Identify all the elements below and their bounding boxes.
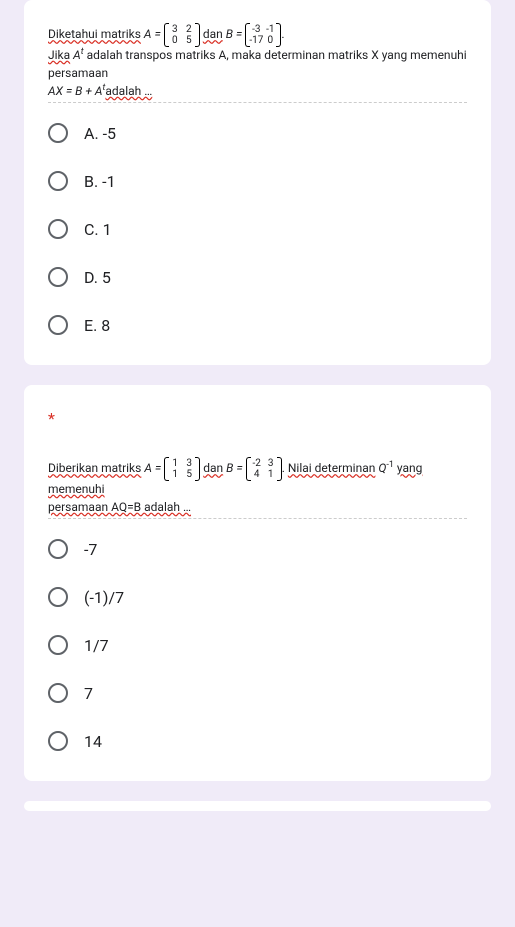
radio-icon xyxy=(48,123,68,143)
q1-option-d[interactable]: D. 5 xyxy=(48,267,467,287)
q2-B-label: B = xyxy=(226,461,243,475)
q1-line2a: Jika xyxy=(48,48,70,62)
question-card-1: Diketahui matriks A = 32 05 dan B = -3-1… xyxy=(24,0,491,365)
q2-option-e-label: 14 xyxy=(84,732,102,751)
q2-options: -7 (-1)/7 1/7 7 14 xyxy=(48,539,467,751)
radio-icon xyxy=(48,683,68,703)
q2-matrix-A: 13 15 xyxy=(164,458,200,480)
q2-option-c-label: 1/7 xyxy=(84,636,109,655)
q1-B-label: B = xyxy=(226,27,243,41)
q1-line3: AX = B + A xyxy=(48,84,103,98)
radio-icon xyxy=(48,171,68,191)
q2-option-a-label: -7 xyxy=(84,540,97,559)
q2-matrix-B: -23 41 xyxy=(246,458,282,480)
q1-prefix: Diketahui matriks xyxy=(48,27,141,41)
q2-A-label: A = xyxy=(144,461,161,475)
q1-option-b[interactable]: B. -1 xyxy=(48,171,467,191)
q1-option-e[interactable]: E. 8 xyxy=(48,315,467,335)
q1-matrix-B: -3-1 -170 xyxy=(245,24,281,46)
required-asterisk: * xyxy=(48,409,467,428)
q2-option-b-label: (-1)/7 xyxy=(84,588,124,607)
q2-option-b[interactable]: (-1)/7 xyxy=(48,587,467,607)
q1-A-label: A = xyxy=(144,27,161,41)
q2-option-e[interactable]: 14 xyxy=(48,731,467,751)
q1-option-b-label: B. -1 xyxy=(84,172,116,191)
question-2-text: Diberikan matriks A = 13 15 dan B = -23 … xyxy=(48,458,467,519)
q2-option-a[interactable]: -7 xyxy=(48,539,467,559)
q2-option-d[interactable]: 7 xyxy=(48,683,467,703)
q1-dan: dan xyxy=(203,27,223,41)
radio-icon xyxy=(48,315,68,335)
q1-option-a-label: A. -5 xyxy=(84,124,116,143)
q2-option-d-label: 7 xyxy=(84,684,93,703)
radio-icon xyxy=(48,587,68,607)
radio-icon xyxy=(48,635,68,655)
q1-line2b: adalah transpos matriks A, maka determin… xyxy=(48,48,467,80)
q1-At: A xyxy=(73,48,81,62)
q1-option-c-label: C. 1 xyxy=(84,220,112,239)
radio-icon xyxy=(48,731,68,751)
q1-option-e-label: E. 8 xyxy=(84,316,110,335)
q2-prefix: Diberikan matriks xyxy=(48,461,141,475)
q1-option-c[interactable]: C. 1 xyxy=(48,219,467,239)
radio-icon xyxy=(48,539,68,559)
q1-options: A. -5 B. -1 C. 1 D. 5 E. 8 xyxy=(48,123,467,335)
q2-suffix1: Nilai determinan xyxy=(288,461,376,475)
q2-line2: persamaan AQ=B adalah … xyxy=(48,500,191,514)
q1-matrix-A: 32 05 xyxy=(164,24,200,46)
q1-option-a[interactable]: A. -5 xyxy=(48,123,467,143)
radio-icon xyxy=(48,219,68,239)
question-card-2: * Diberikan matriks A = 13 15 dan B = -2… xyxy=(24,385,491,781)
question-1-text: Diketahui matriks A = 32 05 dan B = -3-1… xyxy=(48,24,467,103)
q1-option-d-label: D. 5 xyxy=(84,268,111,287)
q2-dan: dan xyxy=(203,461,223,475)
radio-icon xyxy=(48,267,68,287)
q2-option-c[interactable]: 1/7 xyxy=(48,635,467,655)
question-card-3-peek xyxy=(24,801,491,811)
